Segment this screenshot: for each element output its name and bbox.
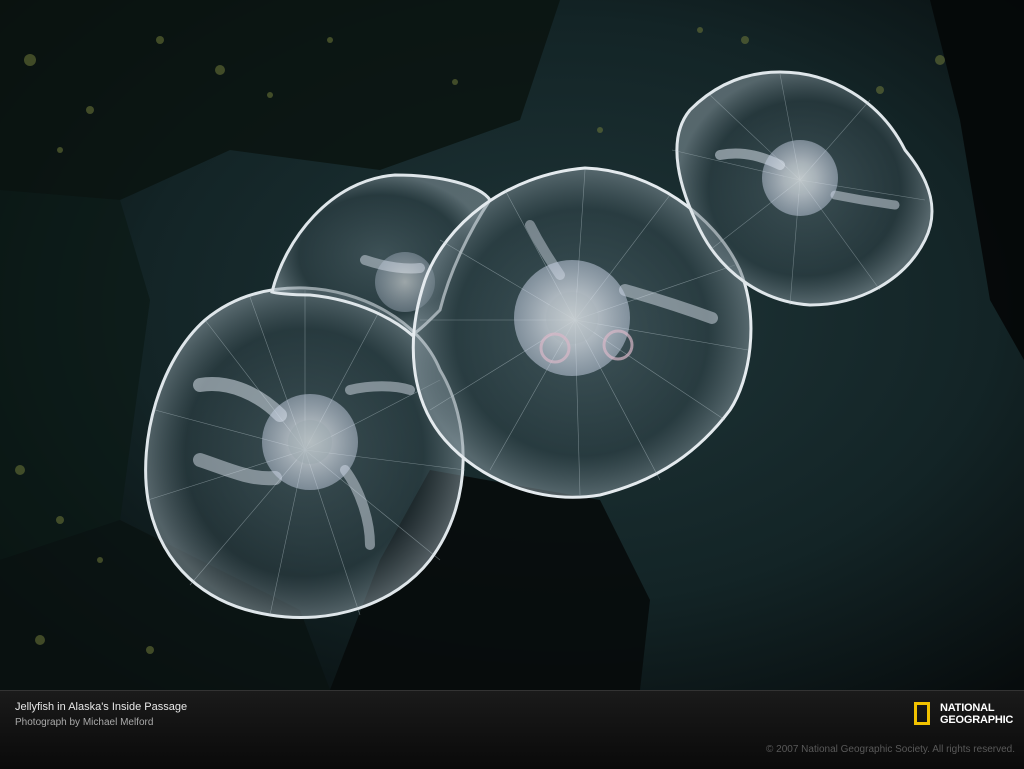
photo-title: Jellyfish in Alaska's Inside Passage [15,701,188,713]
yellow-border-icon [914,702,930,725]
logo-line-1: NATIONAL [940,702,995,714]
copyright-notice: © 2007 National Geographic Society. All … [766,744,1015,755]
jellyfish-photograph [0,0,1024,690]
logo-text: NATIONAL GEOGRAPHIC [940,702,1013,726]
caption-bar: Jellyfish in Alaska's Inside Passage Pho… [0,690,1024,769]
logo-line-2: GEOGRAPHIC [940,714,1014,726]
national-geographic-logo: NATIONAL GEOGRAPHIC [914,701,1014,729]
photo-credit: Photograph by Michael Melford [15,717,154,728]
